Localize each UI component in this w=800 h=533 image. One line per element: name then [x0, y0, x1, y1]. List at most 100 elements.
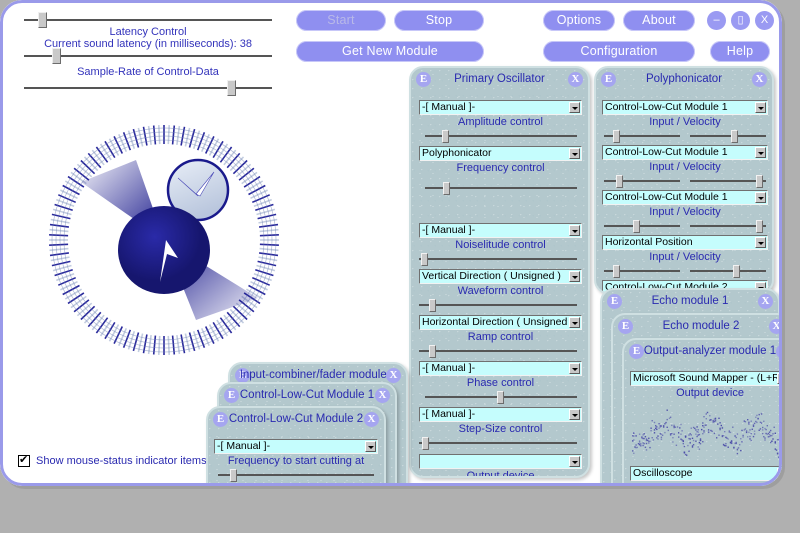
- slider-stepsize[interactable]: [419, 437, 577, 450]
- chevron-down-icon[interactable]: [777, 373, 782, 384]
- combo-analyzer-output-device[interactable]: Microsoft Sound Mapper - (L+R): [630, 371, 782, 386]
- chevron-down-icon[interactable]: [365, 441, 376, 452]
- stop-button[interactable]: Stop: [394, 10, 484, 31]
- slider-waveform[interactable]: [419, 299, 577, 312]
- slider-thumb[interactable]: [731, 130, 738, 143]
- chevron-down-icon[interactable]: [569, 225, 580, 236]
- panel-control-low-cut-module-2[interactable]: E Control-Low-Cut Module 2 X -[ Manual ]…: [206, 406, 386, 486]
- get-new-module-button[interactable]: Get New Module: [296, 41, 484, 62]
- start-button[interactable]: Start: [296, 10, 386, 31]
- chevron-down-icon[interactable]: [755, 237, 766, 248]
- panel-close-icon[interactable]: X: [752, 72, 767, 87]
- chevron-down-icon[interactable]: [777, 468, 782, 479]
- slider-thumb[interactable]: [613, 130, 620, 143]
- panel-close-icon[interactable]: X: [386, 368, 401, 383]
- slider-noiselitude[interactable]: [419, 253, 577, 266]
- slider-thumb[interactable]: [756, 220, 763, 233]
- panel-close-icon[interactable]: X: [375, 388, 390, 403]
- combo-poly-source-4[interactable]: Horizontal Position: [602, 235, 768, 250]
- slider-poly-input-1[interactable]: [604, 130, 680, 143]
- slider-thumb[interactable]: [227, 80, 236, 96]
- combo-lowcut-input-source[interactable]: Vertical Velocity: [214, 485, 378, 486]
- combo-ramp-source[interactable]: Horizontal Direction ( Unsigned ): [419, 315, 582, 330]
- chevron-down-icon[interactable]: [755, 192, 766, 203]
- slider-thumb[interactable]: [733, 265, 740, 278]
- panel-close-icon[interactable]: X: [568, 72, 583, 87]
- combo-value: -[ Manual ]-: [217, 440, 271, 452]
- panel-primary-oscillator[interactable]: E Primary Oscillator X -[ Manual ]- Ampl…: [409, 66, 590, 478]
- show-mouse-status-checkbox[interactable]: [18, 453, 30, 467]
- chevron-down-icon[interactable]: [755, 102, 766, 113]
- slider-track: [419, 304, 577, 306]
- slider-poly-velocity-4[interactable]: [690, 265, 766, 278]
- combo-amplitude-source[interactable]: -[ Manual ]-: [419, 100, 582, 115]
- panel-output-analyzer-module-1[interactable]: E Output-analyzer module 1 X Microsoft S…: [622, 338, 782, 486]
- panel-close-icon[interactable]: X: [758, 294, 773, 309]
- chevron-down-icon[interactable]: [569, 271, 580, 282]
- about-button[interactable]: About: [623, 10, 695, 31]
- chevron-down-icon[interactable]: [569, 409, 580, 420]
- panel-title: Input-combiner/fader module 1: [239, 369, 397, 381]
- slider-thumb[interactable]: [429, 345, 436, 358]
- slider-phase[interactable]: [425, 391, 577, 404]
- panel-close-icon[interactable]: X: [364, 412, 379, 427]
- chevron-down-icon[interactable]: [755, 147, 766, 158]
- slider-thumb[interactable]: [442, 130, 449, 143]
- panel-close-icon[interactable]: X: [769, 319, 782, 334]
- combo-noiselitude-source[interactable]: -[ Manual ]-: [419, 223, 582, 238]
- maximize-icon[interactable]: ▯: [731, 11, 750, 30]
- slider-frequency[interactable]: [425, 182, 577, 195]
- chevron-down-icon[interactable]: [569, 148, 580, 159]
- slider-poly-input-4[interactable]: [604, 265, 680, 278]
- close-icon[interactable]: X: [755, 11, 774, 30]
- slider-thumb[interactable]: [613, 265, 620, 278]
- slider-poly-velocity-1[interactable]: [690, 130, 766, 143]
- slider-thumb[interactable]: [422, 437, 429, 450]
- chevron-down-icon[interactable]: [569, 102, 580, 113]
- slider-samplerate[interactable]: [24, 80, 272, 96]
- slider-thumb[interactable]: [633, 220, 640, 233]
- slider-thumb[interactable]: [616, 175, 623, 188]
- combo-output-device[interactable]: [419, 454, 582, 469]
- combo-poly-source-1[interactable]: Control-Low-Cut Module 1: [602, 100, 768, 115]
- panel-title: Output-analyzer module 1: [643, 345, 777, 357]
- combo-phase-source[interactable]: -[ Manual ]-: [419, 361, 582, 376]
- slider-poly-input-3[interactable]: [604, 220, 680, 233]
- chevron-down-icon[interactable]: [569, 363, 580, 374]
- slider-thumb[interactable]: [230, 469, 237, 482]
- slider-thumb[interactable]: [421, 253, 428, 266]
- slider-thumb[interactable]: [497, 391, 504, 404]
- slider-track: [24, 19, 272, 21]
- combo-waveform-source[interactable]: Vertical Direction ( Unsigned ): [419, 269, 582, 284]
- options-button[interactable]: Options: [543, 10, 615, 31]
- minimize-icon[interactable]: ‒: [707, 11, 726, 30]
- slider-latency-mid[interactable]: [24, 48, 272, 64]
- combo-lowcut-frequency-source[interactable]: -[ Manual ]-: [214, 439, 378, 454]
- slider-amplitude[interactable]: [425, 130, 577, 143]
- label-amplitude-control: Amplitude control: [458, 116, 543, 128]
- slider-poly-velocity-3[interactable]: [690, 220, 766, 233]
- slider-ramp[interactable]: [419, 345, 577, 358]
- slider-lowcut-frequency[interactable]: [218, 469, 374, 482]
- chevron-down-icon[interactable]: [569, 456, 580, 467]
- combo-analyzer-mode[interactable]: Oscilloscope: [630, 466, 782, 481]
- slider-track: [690, 135, 766, 137]
- label-analyzer-output-device: Output device: [676, 387, 744, 399]
- slider-thumb[interactable]: [429, 299, 436, 312]
- slider-poly-input-2[interactable]: [604, 175, 680, 188]
- slider-thumb[interactable]: [443, 182, 450, 195]
- slider-track: [690, 225, 766, 227]
- chevron-down-icon[interactable]: [569, 317, 580, 328]
- combo-poly-source-2[interactable]: Control-Low-Cut Module 1: [602, 145, 768, 160]
- slider-thumb[interactable]: [52, 48, 61, 64]
- panel-polyphonicator[interactable]: E Polyphonicator X Control-Low-Cut Modul…: [594, 66, 774, 294]
- help-button[interactable]: Help: [710, 41, 770, 62]
- slider-poly-velocity-2[interactable]: [690, 175, 766, 188]
- label-noiselitude-control: Noiselitude control: [455, 239, 546, 251]
- combo-poly-source-3[interactable]: Control-Low-Cut Module 1: [602, 190, 768, 205]
- slider-thumb[interactable]: [756, 175, 763, 188]
- combo-stepsize-source[interactable]: -[ Manual ]-: [419, 407, 582, 422]
- combo-frequency-source[interactable]: Polyphonicator: [419, 146, 582, 161]
- configuration-button[interactable]: Configuration: [543, 41, 695, 62]
- label-input-velocity-2: Input / Velocity: [649, 161, 721, 173]
